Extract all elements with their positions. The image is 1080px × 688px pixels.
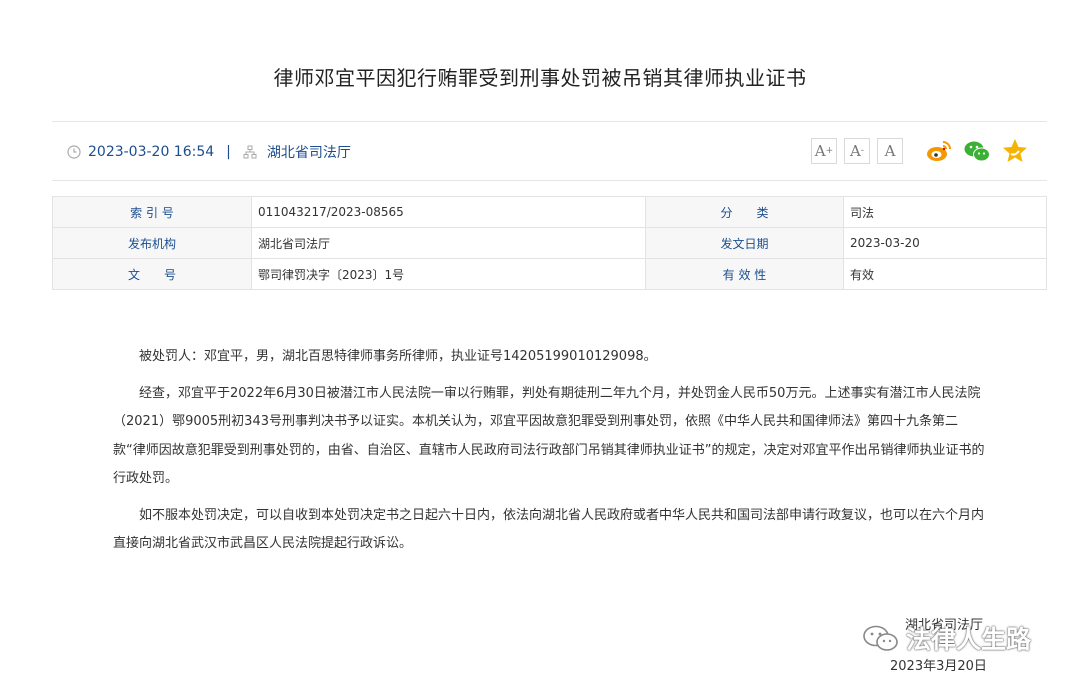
index-number-value: 011043217/2023-08565 [251,196,646,228]
category-value: 司法 [843,196,1047,228]
category-label: 分 类 [645,196,844,228]
publish-datetime: 2023-03-20 16:54 [88,144,215,160]
toolbar: A + A- A [811,137,1029,165]
meta-info: 2023-03-20 16:54 | 湖北省司法厅 [67,142,351,162]
issue-date-label: 发文日期 [645,227,844,259]
organization-icon [243,145,257,159]
document-number-value: 鄂司律罚决字〔2023〕1号 [251,258,646,290]
weibo-share-icon[interactable] [925,137,953,165]
meta-separator: | [226,144,231,160]
font-size-medium-button[interactable]: A- [844,138,870,164]
page-title: 律师邓宜平因犯行贿罪受到刑事处罚被吊销其律师执业证书 [273,66,807,90]
document-info-table: 索 引 号 011043217/2023-08565 分 类 司法 发布机构 湖… [52,196,1047,290]
body-paragraph-2: 经查，邓宜平于2022年6月30日被潜江市人民法院一审以行贿罪，判处有期徒刑二年… [113,385,985,487]
table-row: 索 引 号 011043217/2023-08565 分 类 司法 [52,196,1047,228]
table-row: 发布机构 湖北省司法厅 发文日期 2023-03-20 [52,227,1047,259]
wechat-watermark-icon [863,625,898,651]
body-paragraph-1: 被处罚人：邓宜平，男，湖北百思特律师事务所律师，执业证号142051990101… [139,349,657,364]
clock-icon [67,145,81,159]
source-org[interactable]: 湖北省司法厅 [267,142,351,162]
watermark-text: 法律人生路 [906,625,1032,654]
publisher-value: 湖北省司法厅 [251,227,646,259]
table-row: 文 号 鄂司律罚决字〔2023〕1号 有 效 性 有效 [52,258,1047,290]
validity-label: 有 效 性 [645,258,844,290]
font-size-reset-button[interactable]: A [877,138,903,164]
document-number-label: 文 号 [52,258,252,290]
body-paragraph-3: 如不服本处罚决定，可以自收到本处罚决定书之日起六十日内，依法向湖北省人民政府或者… [113,507,985,552]
wechat-share-icon[interactable] [963,137,991,165]
index-number-label: 索 引 号 [52,196,252,228]
article-body: 被处罚人：邓宜平，男，湖北百思特律师事务所律师，执业证号142051990101… [113,343,987,567]
favorite-star-icon[interactable] [1001,137,1029,165]
font-size-large-button[interactable]: A + [811,138,837,164]
watermark: 法律人生路 [862,620,1031,656]
validity-value: 有效 [843,258,1047,290]
publisher-label: 发布机构 [52,227,252,259]
issue-date-value: 2023-03-20 [843,227,1047,259]
signature-date: 2023年3月20日 [890,659,987,674]
article-meta-bar: 2023-03-20 16:54 | 湖北省司法厅 A + A- A [52,121,1047,181]
